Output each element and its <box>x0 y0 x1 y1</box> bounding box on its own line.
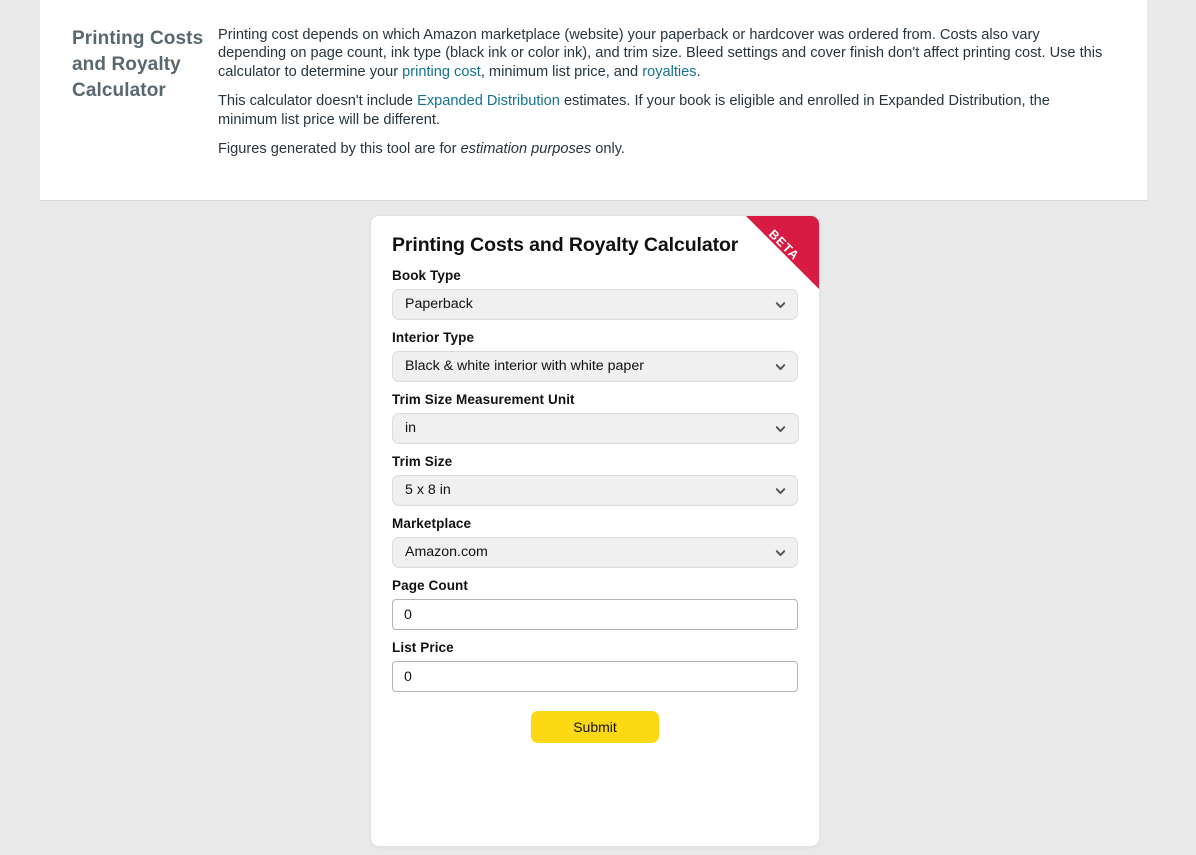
select-interior-type-wrap: Black & white interior with white paper <box>392 351 798 382</box>
intro-panel: Printing Costs and Royalty Calculator Pr… <box>40 0 1147 201</box>
field-list-price: List Price <box>392 640 798 692</box>
intro-p3-text-1: Figures generated by this tool are for <box>218 141 461 158</box>
intro-paragraph-2: This calculator doesn't include Expanded… <box>218 92 1107 129</box>
royalties-link[interactable]: royalties <box>642 64 696 80</box>
label-trim-size-unit: Trim Size Measurement Unit <box>392 392 575 407</box>
submit-button[interactable]: Submit <box>531 711 659 743</box>
select-trim-size-unit[interactable]: in <box>392 413 799 444</box>
select-book-type-wrap: Paperback <box>392 289 798 320</box>
estimation-purposes-emphasis: estimation purposes <box>460 141 592 158</box>
field-interior-type: Interior Type Black & white interior wit… <box>392 330 798 382</box>
page-title: Printing Costs and Royalty Calculator <box>72 28 204 101</box>
field-marketplace: Marketplace Amazon.com <box>392 516 798 568</box>
field-trim-size: Trim Size 5 x 8 in <box>392 454 798 506</box>
field-trim-size-unit: Trim Size Measurement Unit in <box>392 392 799 444</box>
select-trim-size[interactable]: 5 x 8 in <box>392 475 798 506</box>
calculator-card: BETA Printing Costs and Royalty Calculat… <box>370 215 820 847</box>
intro-paragraph-1: Printing cost depends on which Amazon ma… <box>218 26 1107 81</box>
field-book-type: Book Type Paperback <box>392 268 798 320</box>
label-book-type: Book Type <box>392 268 461 283</box>
intro-p1-text-3: . <box>696 63 701 80</box>
label-interior-type: Interior Type <box>392 330 475 345</box>
intro-p3-text-2: only. <box>591 141 625 158</box>
intro-p1-text-2: , minimum list price, and <box>480 63 643 80</box>
select-marketplace-wrap: Amazon.com <box>392 537 798 568</box>
calculator-title: Printing Costs and Royalty Calculator <box>392 234 739 256</box>
label-page-count: Page Count <box>392 578 469 593</box>
select-interior-type[interactable]: Black & white interior with white paper <box>392 351 798 382</box>
printing-cost-link[interactable]: printing cost <box>402 64 481 80</box>
label-marketplace: Marketplace <box>392 516 472 531</box>
page-count-input[interactable] <box>392 599 798 630</box>
select-trim-size-wrap: 5 x 8 in <box>392 475 798 506</box>
expanded-distribution-link[interactable]: Expanded Distribution <box>417 93 560 109</box>
label-trim-size: Trim Size <box>392 454 453 469</box>
intro-body: Printing cost depends on which Amazon ma… <box>218 26 1147 158</box>
label-list-price: List Price <box>392 640 454 655</box>
submit-row: Submit <box>392 711 798 743</box>
select-book-type[interactable]: Paperback <box>392 289 798 320</box>
intro-paragraph-3: Figures generated by this tool are for e… <box>218 140 1107 158</box>
list-price-input[interactable] <box>392 661 798 692</box>
intro-p2-text-1: This calculator doesn't include <box>218 93 418 110</box>
field-page-count: Page Count <box>392 578 798 630</box>
select-marketplace[interactable]: Amazon.com <box>392 537 798 568</box>
select-trim-size-unit-wrap: in <box>392 413 799 444</box>
